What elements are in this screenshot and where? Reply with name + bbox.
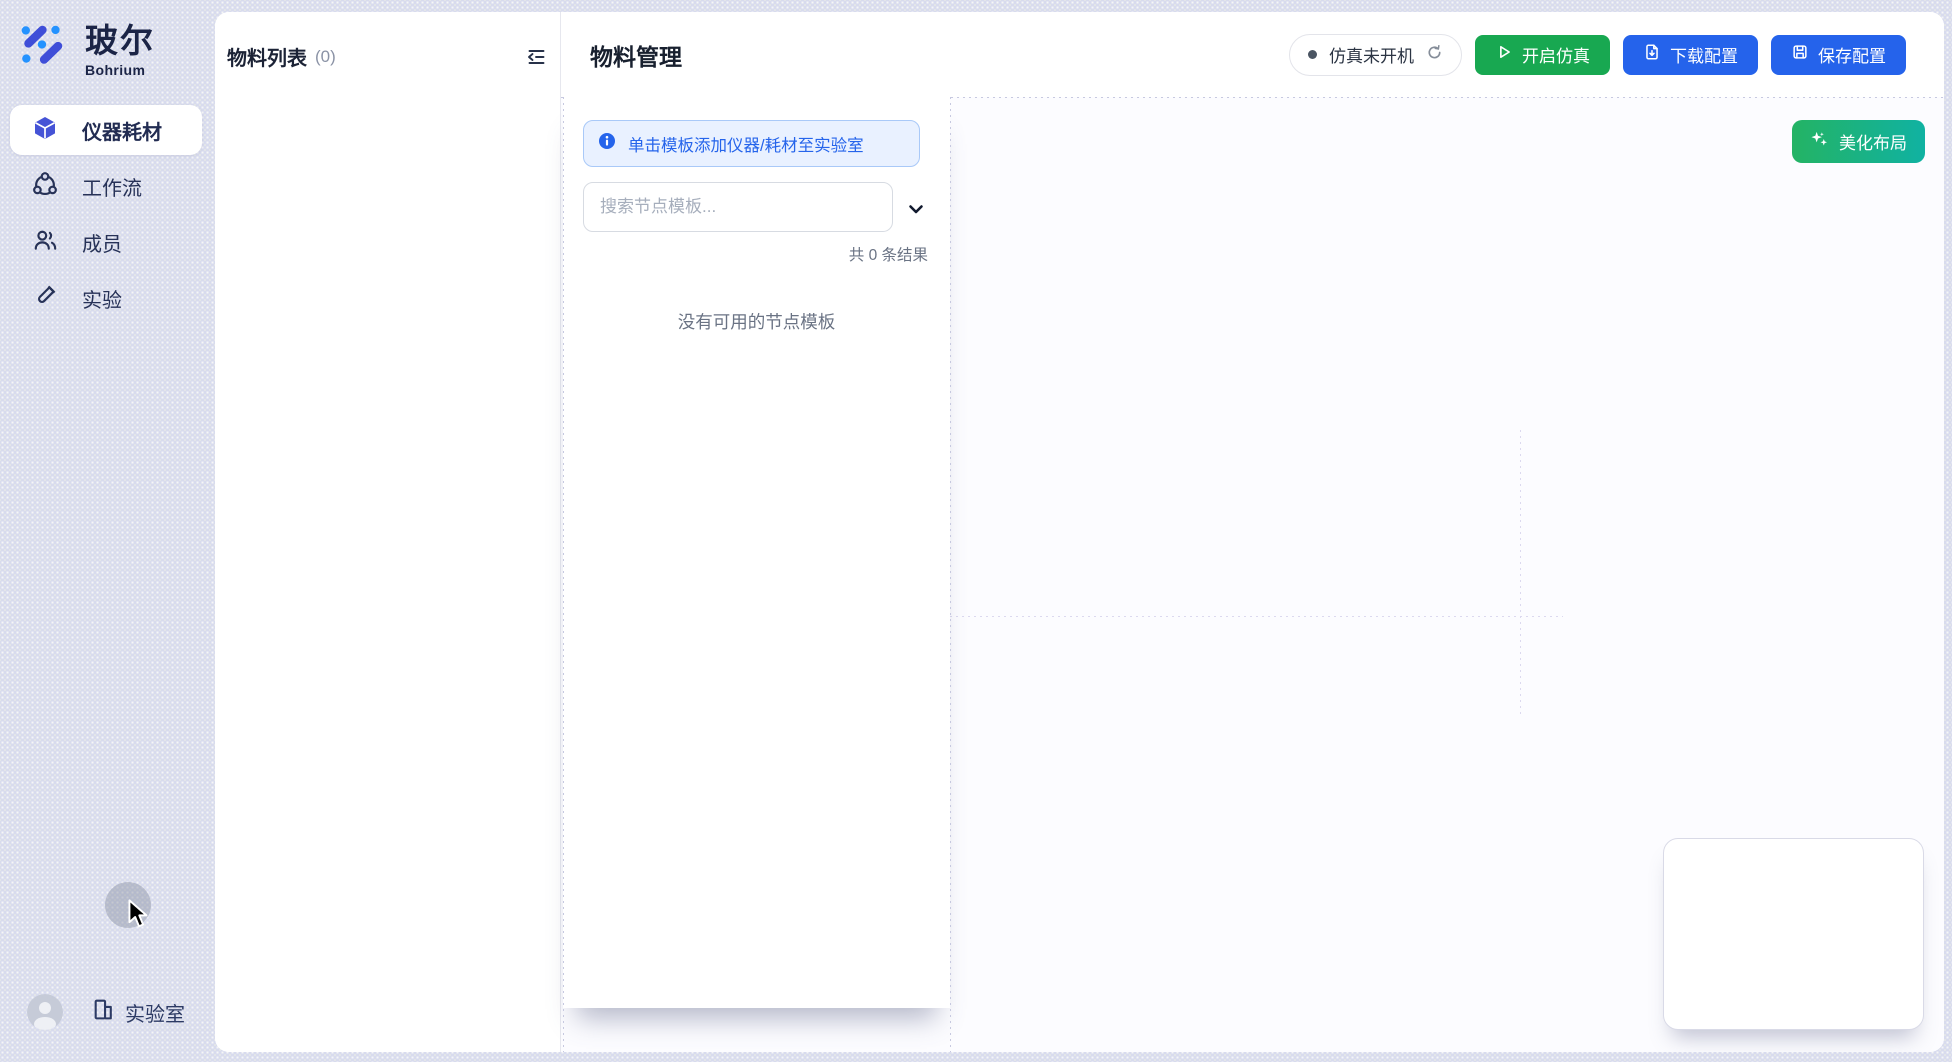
top-bar: 物料管理 仿真未开机 开启仿真 bbox=[561, 12, 1944, 97]
mouse-cursor bbox=[126, 899, 152, 934]
empty-templates-message: 没有可用的节点模板 bbox=[563, 309, 950, 334]
save-config-label: 保存配置 bbox=[1818, 42, 1886, 67]
page-title: 物料管理 bbox=[590, 38, 682, 72]
beautify-layout-label: 美化布局 bbox=[1839, 129, 1907, 154]
sidebar-item-label: 工作流 bbox=[82, 172, 142, 201]
sidebar-item-instruments[interactable]: 仪器耗材 bbox=[10, 105, 202, 155]
search-result-count: 共 0 条结果 bbox=[849, 243, 928, 265]
canvas-center-horizontal-guide bbox=[950, 616, 1563, 617]
template-hint-banner: 单击模板添加仪器/耗材至实验室 bbox=[583, 120, 920, 167]
start-simulation-label: 开启仿真 bbox=[1522, 42, 1590, 67]
sidebar-item-members[interactable]: 成员 bbox=[10, 217, 202, 267]
sidebar-footer: 实验室 bbox=[27, 994, 185, 1030]
beautify-layout-button[interactable]: 美化布局 bbox=[1792, 120, 1925, 163]
materials-list-panel: 物料列表 (0) bbox=[215, 12, 560, 1052]
sidebar-item-label: 成员 bbox=[82, 228, 122, 257]
materials-list-count: (0) bbox=[315, 47, 336, 67]
chevron-down-icon[interactable] bbox=[903, 196, 929, 222]
save-icon bbox=[1791, 43, 1809, 66]
sidebar-item-workflow[interactable]: 工作流 bbox=[10, 161, 202, 211]
download-config-label: 下载配置 bbox=[1670, 42, 1738, 67]
materials-list-header: 物料列表 (0) bbox=[227, 42, 549, 71]
download-config-button[interactable]: 下载配置 bbox=[1623, 35, 1758, 75]
canvas-center-vertical-guide bbox=[1520, 430, 1521, 718]
canvas-left-guide bbox=[563, 97, 564, 1052]
brand-logo: 玻尔 Bohrium bbox=[18, 20, 155, 78]
template-search-input[interactable] bbox=[583, 182, 893, 232]
sidebar-item-label: 仪器耗材 bbox=[82, 116, 162, 145]
status-dot-icon bbox=[1308, 50, 1317, 59]
sidebar-nav: 仪器耗材 工作流 成员 bbox=[10, 105, 202, 323]
template-hint-text: 单击模板添加仪器/耗材至实验室 bbox=[628, 132, 864, 156]
materials-list-title: 物料列表 bbox=[227, 42, 307, 71]
cube-icon bbox=[32, 115, 58, 146]
main-card: 物料列表 (0) 物料管理 仿真未开机 bbox=[215, 12, 1944, 1052]
node-template-panel: 单击模板添加仪器/耗材至实验室 共 0 条结果 没有可用的节点模板 bbox=[563, 97, 950, 1008]
collapse-panel-button[interactable] bbox=[523, 44, 549, 70]
play-icon bbox=[1495, 43, 1513, 66]
file-download-icon bbox=[1643, 43, 1661, 66]
sparkles-icon bbox=[1810, 130, 1829, 154]
brand-name-en: Bohrium bbox=[85, 62, 155, 78]
simulation-status-pill[interactable]: 仿真未开机 bbox=[1289, 34, 1462, 76]
simulation-status-text: 仿真未开机 bbox=[1329, 42, 1414, 67]
lab-switcher[interactable]: 实验室 bbox=[91, 997, 185, 1027]
building-icon bbox=[91, 997, 116, 1027]
save-config-button[interactable]: 保存配置 bbox=[1771, 35, 1906, 75]
brand-name-zh: 玻尔 bbox=[85, 24, 155, 57]
lab-label: 实验室 bbox=[125, 998, 185, 1027]
sidebar-item-label: 实验 bbox=[82, 284, 122, 313]
members-icon bbox=[32, 227, 58, 258]
sidebar-item-experiments[interactable]: 实验 bbox=[10, 273, 202, 323]
experiment-icon bbox=[32, 283, 58, 314]
canvas-minimap[interactable] bbox=[1663, 838, 1924, 1030]
user-avatar[interactable] bbox=[27, 994, 63, 1030]
refresh-icon[interactable] bbox=[1426, 44, 1443, 66]
start-simulation-button[interactable]: 开启仿真 bbox=[1475, 35, 1610, 75]
info-icon bbox=[598, 132, 616, 155]
bohrium-logo-icon bbox=[18, 20, 68, 75]
workflow-icon bbox=[32, 171, 58, 202]
canvas-column-guide bbox=[950, 97, 951, 1052]
